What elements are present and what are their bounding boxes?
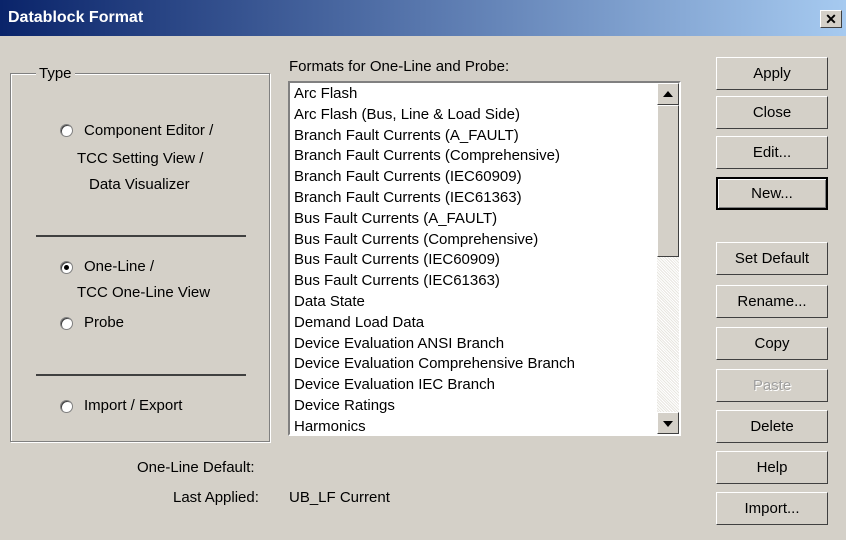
format-list-item[interactable]: Device Evaluation Comprehensive Branch xyxy=(294,354,654,375)
format-list-item[interactable]: Demand Load Data xyxy=(294,313,654,334)
separator xyxy=(36,235,246,237)
format-list-item[interactable]: Data State xyxy=(294,292,654,313)
radio-one-line-label-1[interactable]: One-Line / xyxy=(84,258,154,275)
one-line-default-label: One-Line Default: xyxy=(137,459,255,476)
formats-label: Formats for One-Line and Probe: xyxy=(289,58,510,75)
separator xyxy=(36,374,246,376)
scroll-down-button[interactable] xyxy=(657,412,679,434)
arrow-up-icon xyxy=(663,91,673,97)
format-list-item[interactable]: Bus Fault Currents (A_FAULT) xyxy=(294,209,654,230)
set-default-button[interactable]: Set Default xyxy=(716,242,828,275)
scroll-thumb[interactable] xyxy=(657,105,679,257)
help-button[interactable]: Help xyxy=(716,451,828,484)
format-list-item[interactable]: Device Ratings xyxy=(294,396,654,417)
apply-button[interactable]: Apply xyxy=(716,57,828,90)
format-list-item[interactable]: Branch Fault Currents (A_FAULT) xyxy=(294,126,654,147)
radio-component-editor-label-2[interactable]: TCC Setting View / xyxy=(77,150,203,167)
format-list-item[interactable]: Branch Fault Currents (Comprehensive) xyxy=(294,146,654,167)
paste-button: Paste xyxy=(716,369,828,402)
format-list-item[interactable]: Bus Fault Currents (IEC60909) xyxy=(294,250,654,271)
radio-component-editor-label-1[interactable]: Component Editor / xyxy=(84,122,213,139)
type-group-label: Type xyxy=(36,65,75,82)
last-applied-label: Last Applied: xyxy=(173,489,259,506)
format-list-item[interactable]: Device Evaluation ANSI Branch xyxy=(294,334,654,355)
close-button[interactable]: Close xyxy=(716,96,828,129)
format-list-item[interactable]: Device Evaluation IEC Branch xyxy=(294,375,654,396)
radio-one-line[interactable] xyxy=(60,261,73,274)
format-list-item[interactable]: Arc Flash (Bus, Line & Load Side) xyxy=(294,105,654,126)
format-list-item[interactable]: Bus Fault Currents (Comprehensive) xyxy=(294,230,654,251)
window-title: Datablock Format xyxy=(8,9,144,26)
format-list-item[interactable]: Bus Fault Currents (IEC61363) xyxy=(294,271,654,292)
new-button[interactable]: New... xyxy=(716,177,828,210)
close-window-button[interactable]: ✕ xyxy=(820,10,842,28)
arrow-down-icon xyxy=(663,421,673,427)
radio-one-line-label-2[interactable]: TCC One-Line View xyxy=(77,284,210,301)
rename-button[interactable]: Rename... xyxy=(716,285,828,318)
radio-component-editor-label-3[interactable]: Data Visualizer xyxy=(89,176,190,193)
formats-list: Arc Flash Arc Flash (Bus, Line & Load Sid… xyxy=(294,84,654,438)
scroll-up-button[interactable] xyxy=(657,83,679,105)
format-list-item[interactable]: Harmonics xyxy=(294,417,654,438)
radio-probe-label[interactable]: Probe xyxy=(84,314,124,331)
radio-import-export-label[interactable]: Import / Export xyxy=(84,397,182,414)
formats-listbox[interactable]: Arc Flash Arc Flash (Bus, Line & Load Sid… xyxy=(288,81,681,436)
radio-import-export[interactable] xyxy=(60,400,73,413)
import-button[interactable]: Import... xyxy=(716,492,828,525)
close-icon: ✕ xyxy=(825,11,837,27)
format-list-item[interactable]: Branch Fault Currents (IEC60909) xyxy=(294,167,654,188)
delete-button[interactable]: Delete xyxy=(716,410,828,443)
copy-button[interactable]: Copy xyxy=(716,327,828,360)
title-bar: Datablock Format ✕ xyxy=(0,0,846,36)
radio-dot xyxy=(64,265,69,270)
format-list-item[interactable]: Arc Flash xyxy=(294,84,654,105)
radio-component-editor[interactable] xyxy=(60,124,73,137)
edit-button[interactable]: Edit... xyxy=(716,136,828,169)
radio-probe[interactable] xyxy=(60,317,73,330)
last-applied-value: UB_LF Current xyxy=(289,489,390,506)
format-list-item[interactable]: Branch Fault Currents (IEC61363) xyxy=(294,188,654,209)
vertical-scrollbar[interactable] xyxy=(657,83,679,434)
